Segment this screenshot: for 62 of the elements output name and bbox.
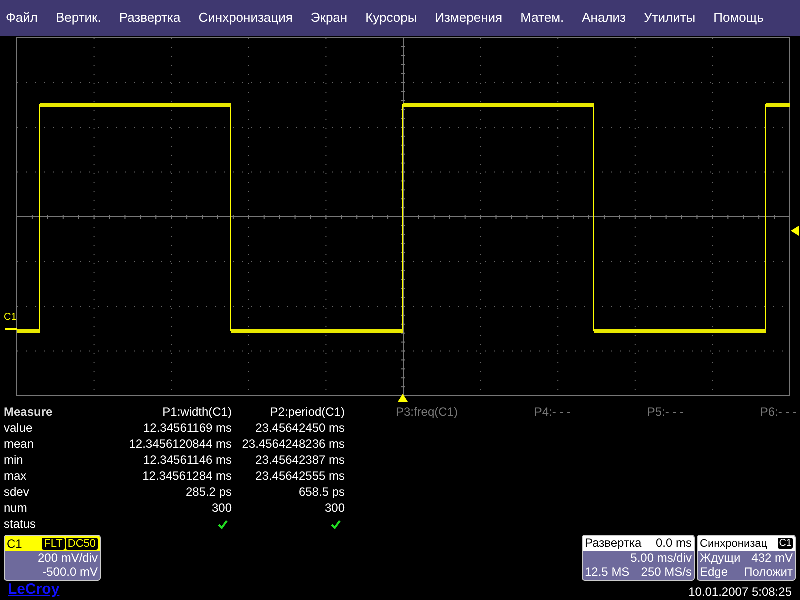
parameter-header[interactable]: P1:width(C1) [119, 404, 232, 420]
channel-name: C1 [7, 536, 22, 550]
measurement-value: 12.34561146 ms [142, 452, 232, 468]
row-label: status [4, 516, 38, 532]
menu-item[interactable]: Синхронизация [198, 8, 293, 28]
trigger-mode: Ждущи [700, 551, 741, 565]
logo: LeCroy [7, 581, 61, 599]
measurement-value: 300 [324, 500, 345, 516]
measurement-value: 23.45642450 ms [254, 420, 345, 436]
row-label: max [4, 468, 28, 484]
menu-item[interactable]: Курсоры [366, 8, 418, 28]
timebase-title: Развертка [585, 536, 642, 551]
coupling-tag: DC50 [66, 538, 98, 550]
time-per-div: 5.00 ms/div [630, 551, 693, 565]
measurement-value: 285.2 ps [184, 484, 232, 500]
menu-item[interactable]: Измерения [435, 8, 503, 28]
trigger-level-marker [791, 226, 799, 236]
menu-item[interactable]: Утилиты [644, 8, 696, 28]
menu-item[interactable]: Анализ [582, 8, 626, 28]
trigger-position-marker [398, 394, 408, 402]
trigger-slope: Положит [744, 565, 793, 579]
menu-item[interactable]: Развертка [119, 8, 181, 28]
measurement-value: 658.5 ps [298, 484, 345, 500]
timebase-panel[interactable]: Развертка 0.0 ms 5.00 ms/div 12.5 MS 250 MS/s [582, 535, 695, 581]
channel-marker-label: C1 [4, 313, 17, 323]
parameter-header[interactable]: P2:period(C1) [232, 404, 345, 420]
measurement-value: 23.45642387 ms [254, 452, 345, 468]
parameter-header[interactable]: P4:- - - [458, 404, 571, 420]
trigger-title: Синхронизац [700, 536, 768, 550]
row-label: num [4, 500, 28, 516]
offset-value: -500.0 mV [42, 565, 99, 579]
row-label: value [4, 420, 34, 436]
delay-value: 0.0 ms [656, 536, 692, 551]
sample-count: 12.5 MS [585, 565, 630, 579]
parameter-header[interactable]: P5:- - - [571, 404, 684, 420]
row-label: mean [4, 436, 36, 452]
trigger-panel[interactable]: Синхронизац C1 Ждущи 432 mV Edge Положит [697, 535, 796, 581]
coupling-tag: FLT [42, 538, 65, 550]
volts-per-div: 200 mV/div [36, 551, 99, 565]
menu-item[interactable]: Помощь [714, 8, 764, 28]
row-label: sdev [4, 484, 30, 500]
measure-title: Measure [4, 404, 54, 420]
measurement-value: 300 [210, 500, 232, 516]
menu-item[interactable]: Вертик. [56, 8, 102, 28]
parameter-header[interactable]: P6:- - - [684, 404, 797, 420]
menu-item[interactable]: Экран [310, 8, 348, 28]
sample-rate: 250 MS/s [641, 565, 692, 579]
trigger-source-tag: C1 [778, 538, 793, 549]
channel-offset-marker [5, 328, 17, 330]
measurement-value: 12.34561169 ms [142, 420, 232, 436]
date-time: 10.01.2007 5:08:25 [688, 584, 793, 600]
measurement-value: 23.4564248236 ms [241, 436, 345, 452]
channel-info-panel[interactable]: C1 FLT DC50 200 mV/div -500.0 mV [4, 535, 101, 581]
measurement-value: 12.34561284 ms [142, 468, 232, 484]
row-label: min [4, 452, 24, 468]
trigger-level: 432 mV [752, 551, 793, 565]
menu-item[interactable]: Матем. [520, 8, 564, 28]
menu-item[interactable]: Файл [6, 8, 38, 28]
parameter-header[interactable]: P3:freq(C1) [345, 404, 458, 420]
measurement-value: 12.3456120844 ms [128, 436, 232, 452]
trigger-type: Edge [700, 565, 728, 579]
measurement-value: 23.45642555 ms [254, 468, 345, 484]
